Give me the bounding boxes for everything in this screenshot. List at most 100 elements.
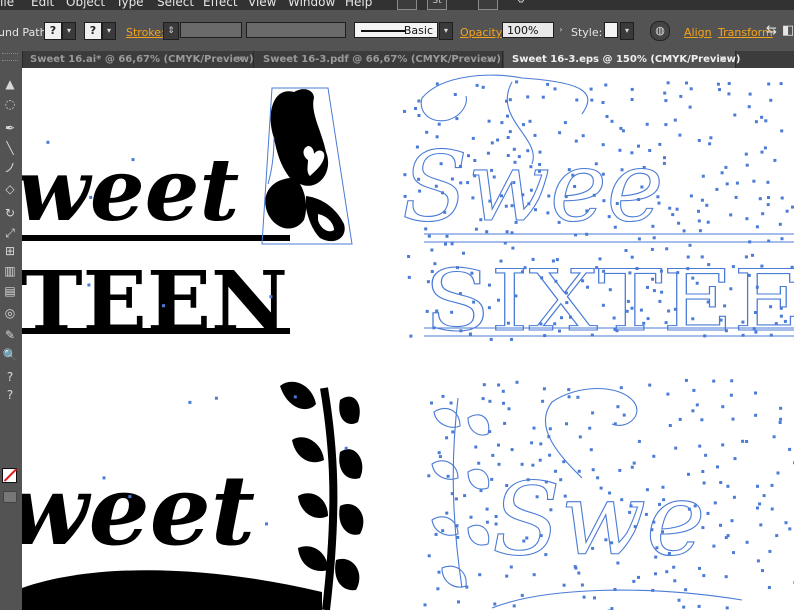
anchor-point	[520, 593, 524, 597]
anchor-point	[630, 306, 634, 310]
anchor-point	[541, 95, 545, 99]
pen-icon[interactable]: ✒	[2, 120, 18, 136]
style-swatch[interactable]	[604, 22, 618, 38]
align-link[interactable]: Align	[684, 26, 712, 39]
menu-object[interactable]: Object	[66, 0, 105, 9]
hand-icon[interactable]: ?	[2, 369, 18, 385]
solid-sweet-wreath-artwork[interactable]: weet	[22, 381, 364, 610]
anchor-point	[630, 151, 634, 155]
tab-label: Sweet 16-3.pdf @ 66,67% (CMYK/Preview)	[263, 54, 501, 65]
menu-file[interactable]: File	[0, 0, 14, 9]
opacity-field[interactable]: 100%	[502, 22, 554, 38]
isolate-icon[interactable]: ⇆	[766, 23, 777, 38]
anchor-point	[573, 185, 577, 188]
anchor-point	[485, 230, 489, 234]
stroke-weight-field[interactable]	[180, 22, 242, 38]
anchor-point	[715, 187, 719, 191]
anchor-point	[425, 309, 429, 313]
fill-swatch-icon[interactable]	[2, 468, 18, 483]
anchor-point	[705, 203, 709, 207]
menu-type[interactable]: Type	[116, 0, 144, 9]
variable-width-field[interactable]	[246, 22, 346, 38]
anchor-point	[418, 189, 422, 193]
menu-help[interactable]: Help	[345, 0, 372, 9]
menu-view[interactable]: View	[248, 0, 276, 9]
fill-dropdown[interactable]: ▾	[62, 22, 76, 40]
close-icon[interactable]: ×	[237, 51, 245, 68]
menu-window[interactable]: Window	[288, 0, 335, 9]
graph-icon[interactable]: ▥	[2, 263, 18, 279]
stroke-swatch[interactable]: ?	[84, 22, 102, 40]
eraser-icon[interactable]: ◇	[2, 181, 18, 197]
fill-swatch[interactable]: ?	[44, 22, 62, 40]
close-icon[interactable]: ×	[486, 51, 494, 68]
selection-icon[interactable]: ▲	[2, 76, 18, 92]
transform-link[interactable]: Transform	[718, 26, 773, 39]
blend-icon[interactable]: ◎	[2, 305, 18, 321]
arrange-documents-icon[interactable]	[478, 0, 498, 10]
tab-sweet16-3-pdf[interactable]: Sweet 16-3.pdf @ 66,67% (CMYK/Preview) ×	[255, 51, 503, 68]
anchor-point	[539, 534, 543, 538]
anchor-point	[719, 318, 723, 322]
brush-definition[interactable]: Basic	[354, 22, 438, 38]
anchor-point	[770, 507, 774, 511]
bridge-icon[interactable]	[397, 0, 417, 10]
anchor-point	[613, 588, 617, 591]
brush-dropdown[interactable]: ▾	[439, 22, 453, 40]
anchor-point	[651, 277, 655, 281]
anchor-point	[449, 401, 453, 405]
artboard-canvas[interactable]: weet TEEN Swee SIXTEE weet Swe	[22, 68, 794, 610]
anchor-point	[762, 494, 766, 498]
fill-stroke-icon[interactable]: ?	[2, 387, 18, 403]
stock-icon[interactable]: St	[427, 0, 447, 10]
brush-icon[interactable]: ノ	[2, 160, 18, 176]
solid-sweet-text: weet	[22, 140, 239, 241]
line-icon[interactable]: ╲	[2, 140, 18, 156]
gpu-icon[interactable]: ⚙	[512, 0, 530, 9]
anchor-point	[769, 333, 773, 337]
stroke-swatch-dropdown[interactable]: ▾	[102, 22, 116, 40]
tab-sweet16-3-eps[interactable]: Sweet 16-3.eps @ 150% (CMYK/Preview) ×	[504, 51, 740, 68]
anchor-point	[470, 271, 474, 275]
panel-grip[interactable]	[2, 53, 18, 61]
anchor-point	[477, 461, 481, 465]
lasso-icon[interactable]: ◌	[2, 96, 18, 112]
menu-effect[interactable]: Effect	[203, 0, 238, 9]
eyedropper-icon[interactable]: ✎	[2, 327, 18, 343]
stroke-weight-stepper[interactable]: ⇕	[163, 22, 179, 40]
anchor-point	[608, 288, 612, 292]
anchor-point	[546, 82, 550, 86]
anchor-point	[517, 155, 521, 159]
shape-modes-icon[interactable]: ◧	[782, 23, 794, 38]
opacity-link[interactable]: Opacity:	[460, 26, 505, 39]
rotate-icon[interactable]: ↻	[2, 205, 18, 221]
screen-mode-icon[interactable]	[3, 491, 17, 503]
anchor-point	[534, 208, 537, 212]
anchor-point	[514, 220, 518, 224]
solid-sweet-teen-artwork[interactable]: weet TEEN	[22, 87, 353, 350]
anchor-point	[630, 255, 634, 259]
opacity-arrow[interactable]: ›	[555, 22, 567, 38]
anchor-point	[695, 281, 699, 285]
close-icon[interactable]: ×	[719, 51, 727, 68]
anchor-point	[637, 198, 641, 201]
anchor-point	[438, 455, 442, 459]
anchor-point	[779, 406, 783, 410]
zoom-icon[interactable]: 🔍	[2, 347, 18, 363]
anchor-point	[602, 199, 606, 203]
anchor-point	[790, 265, 794, 269]
recolor-artwork-icon[interactable]: ◍	[650, 21, 670, 41]
gradient-icon[interactable]: ▤	[2, 283, 18, 299]
style-dropdown[interactable]: ▾	[620, 22, 634, 40]
menu-select[interactable]: Select	[157, 0, 194, 9]
scale-icon[interactable]: ⤢	[2, 225, 18, 241]
menu-edit[interactable]: Edit	[31, 0, 54, 9]
grid-icon[interactable]: ⊞	[2, 243, 18, 259]
anchor-point	[459, 164, 462, 168]
stroke-link[interactable]: Stroke:	[126, 26, 165, 39]
tab-sweet16-ai[interactable]: Sweet 16.ai* @ 66,67% (CMYK/Preview) ×	[22, 51, 254, 68]
anchor-point	[620, 498, 624, 502]
anchor-point	[663, 91, 667, 95]
anchor-point	[523, 266, 527, 270]
anchor-point	[755, 225, 759, 229]
